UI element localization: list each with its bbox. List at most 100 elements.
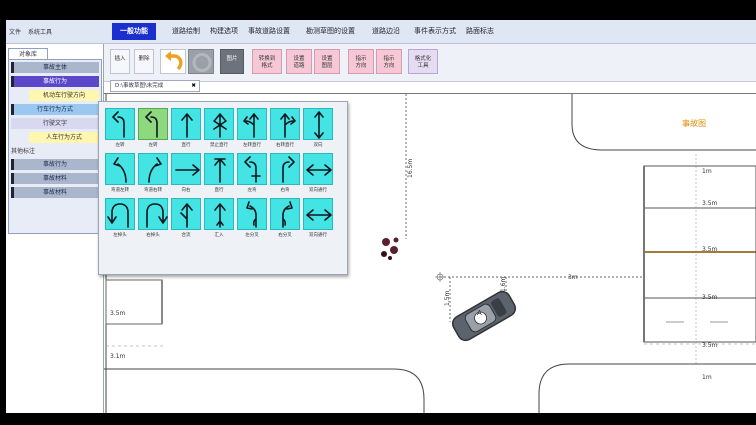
arrow-option-cell[interactable] (171, 108, 201, 140)
arrow-option-cell[interactable] (204, 108, 234, 140)
right-arrow-icon (175, 164, 200, 176)
left-turn-arrow-icon (145, 111, 158, 138)
arrow-option-cell[interactable] (171, 153, 201, 185)
arrow-option-cell[interactable] (303, 153, 333, 185)
format-tools-button[interactable]: 格式化 工具 (408, 49, 438, 74)
delete-button[interactable]: 删除 (134, 49, 154, 74)
library-item-label: 事故主体 (42, 64, 67, 71)
set-layer-button[interactable]: 设置 图层 (314, 49, 340, 74)
arrow-option-cell[interactable] (105, 198, 135, 230)
video-letterbox-top (0, 0, 756, 20)
library-item[interactable]: 机动车行驶方向 (29, 90, 99, 101)
no-straight-icon (213, 113, 227, 138)
tab-road-edge[interactable]: 道路边沿 (364, 23, 408, 40)
arrow-option-caption: 弯道左转 (111, 188, 129, 193)
accident-diagram-app: 文件 系统工具 一般功能 道路绘制 构建选项 事故道路设置 勘测草图的设置 道路… (6, 20, 756, 413)
dimension-label: 16.5m (407, 158, 414, 178)
direction-button-1[interactable]: 指示 方向 (348, 49, 374, 74)
arrow-option-caption: 双向通行 (309, 233, 327, 238)
arrow-option-cell[interactable] (237, 198, 267, 230)
library-item[interactable]: 行驶文字 (11, 118, 99, 129)
library-item[interactable]: 事故材料 (11, 187, 99, 198)
arrow-option-caption: 左弯 (247, 188, 257, 193)
set-road-button[interactable]: 设置 道路 (286, 49, 312, 74)
merge-left-icon (180, 203, 193, 228)
arrow-option-cell[interactable] (303, 198, 333, 230)
arrow-grid: 左转 左转 直行 禁止直行 左转直行 右转直行 双向 弯道左转 弯道右转 向右 直行 左弯 右弯 双向通行… (103, 106, 345, 272)
tab-accident-road[interactable]: 事故道路设置 (240, 23, 298, 40)
library-marker (11, 76, 14, 87)
right-hook-arrow-icon (282, 156, 295, 183)
marker-label: B (386, 246, 390, 252)
toolbar: 插入 删除 图片 转换到 格式 设置 道路 设置 图层 指示 方向 指示 方向 … (104, 44, 756, 82)
arrow-option-cell[interactable] (270, 198, 300, 230)
arrow-option-caption: 右转直行 (276, 143, 294, 148)
library-item[interactable]: 其他标注 (11, 146, 99, 157)
tab-general[interactable]: 一般功能 (112, 23, 156, 40)
dimension-label: 3.5m (702, 200, 718, 207)
library-marker (11, 62, 14, 73)
vehicle-label: A (477, 309, 482, 317)
arrow-option-cell[interactable] (270, 108, 300, 140)
arrow-option-caption: 右掉头 (146, 233, 160, 238)
left-fork-icon (246, 201, 257, 228)
object-library-tab[interactable]: 对象库 (8, 48, 48, 59)
left-turn-arrow-icon (112, 111, 125, 138)
image-button[interactable]: 图片 (220, 49, 244, 74)
merge-arrow-icon (214, 203, 226, 228)
library-item[interactable]: 事故材料 (11, 173, 99, 184)
tab-road-markings[interactable]: 路面标志 (458, 23, 502, 40)
arrow-option-cell[interactable] (270, 153, 300, 185)
library-item[interactable]: 行车行为方式 (11, 104, 99, 115)
undo-icon (165, 51, 183, 71)
right-fork-icon (282, 201, 293, 228)
direction-button-2[interactable]: 指示 方向 (376, 49, 402, 74)
dimension-label: 3.5m (702, 246, 718, 253)
document-tab[interactable]: D:\事故草图\未完成 ✖ (110, 80, 200, 92)
menu-system-tools[interactable]: 系统工具 (28, 27, 52, 36)
library-item-label: 行驶文字 (42, 120, 67, 127)
arrow-option-cell[interactable] (204, 198, 234, 230)
up-arrow-bar-icon (214, 158, 226, 183)
library-item[interactable]: 事故主体 (11, 62, 99, 73)
left-right-arrow-icon (306, 164, 332, 176)
tab-event-display[interactable]: 事件表示方式 (406, 23, 464, 40)
library-item[interactable]: 人车行为方式 (29, 132, 99, 143)
dimension-label: 3.1m (110, 353, 126, 360)
menu-file[interactable]: 文件 (9, 27, 21, 36)
u-turn-left-icon (107, 203, 129, 228)
library-item-label: 事故材料 (42, 189, 67, 196)
arrow-option-caption: 左转 (115, 143, 125, 148)
arrow-option-cell[interactable] (105, 108, 135, 140)
arrow-option-cell[interactable] (105, 153, 135, 185)
library-marker (11, 173, 14, 184)
undo-button[interactable] (160, 49, 186, 74)
dimension-label: 1m (702, 168, 712, 175)
vehicle-a[interactable] (450, 289, 518, 344)
dimension-label: 3.5m (702, 294, 718, 301)
arrow-option-cell[interactable] (237, 108, 267, 140)
close-icon[interactable]: ✖ (191, 81, 196, 92)
left-right-arrow-icon (306, 209, 332, 221)
library-item-label: 事故材料 (42, 175, 67, 182)
arrow-option-cell[interactable] (138, 108, 168, 140)
library-item[interactable]: 事故行为 (11, 159, 99, 170)
insert-button[interactable]: 插入 (110, 49, 130, 74)
tab-survey-settings[interactable]: 勘测草图的设置 (298, 23, 363, 40)
library-item[interactable]: 事故行为 (11, 76, 99, 87)
arrow-option-cell[interactable] (138, 153, 168, 185)
arrow-option-caption: 右分叉 (278, 233, 292, 238)
arrow-option-cell[interactable] (138, 198, 168, 230)
arrow-option-caption: 双向通行 (309, 188, 327, 193)
straight-arrow-icon (181, 113, 193, 138)
arrow-option-cell[interactable] (171, 198, 201, 230)
arrow-option-caption: 禁止直行 (210, 143, 228, 148)
redo-button[interactable] (188, 49, 214, 74)
arrow-option-cell[interactable] (237, 153, 267, 185)
debris-marker[interactable] (381, 237, 399, 261)
arrow-option-caption: 汇入 (214, 233, 224, 238)
arrow-option-cell[interactable] (204, 153, 234, 185)
arrow-option-cell[interactable] (303, 108, 333, 140)
object-library-panel: 对象库 事故主体 事故行为 机动车行驶方向 行车行为方式 行驶文字 人车行为方式… (6, 44, 104, 413)
convert-format-button[interactable]: 转换到 格式 (252, 49, 282, 74)
